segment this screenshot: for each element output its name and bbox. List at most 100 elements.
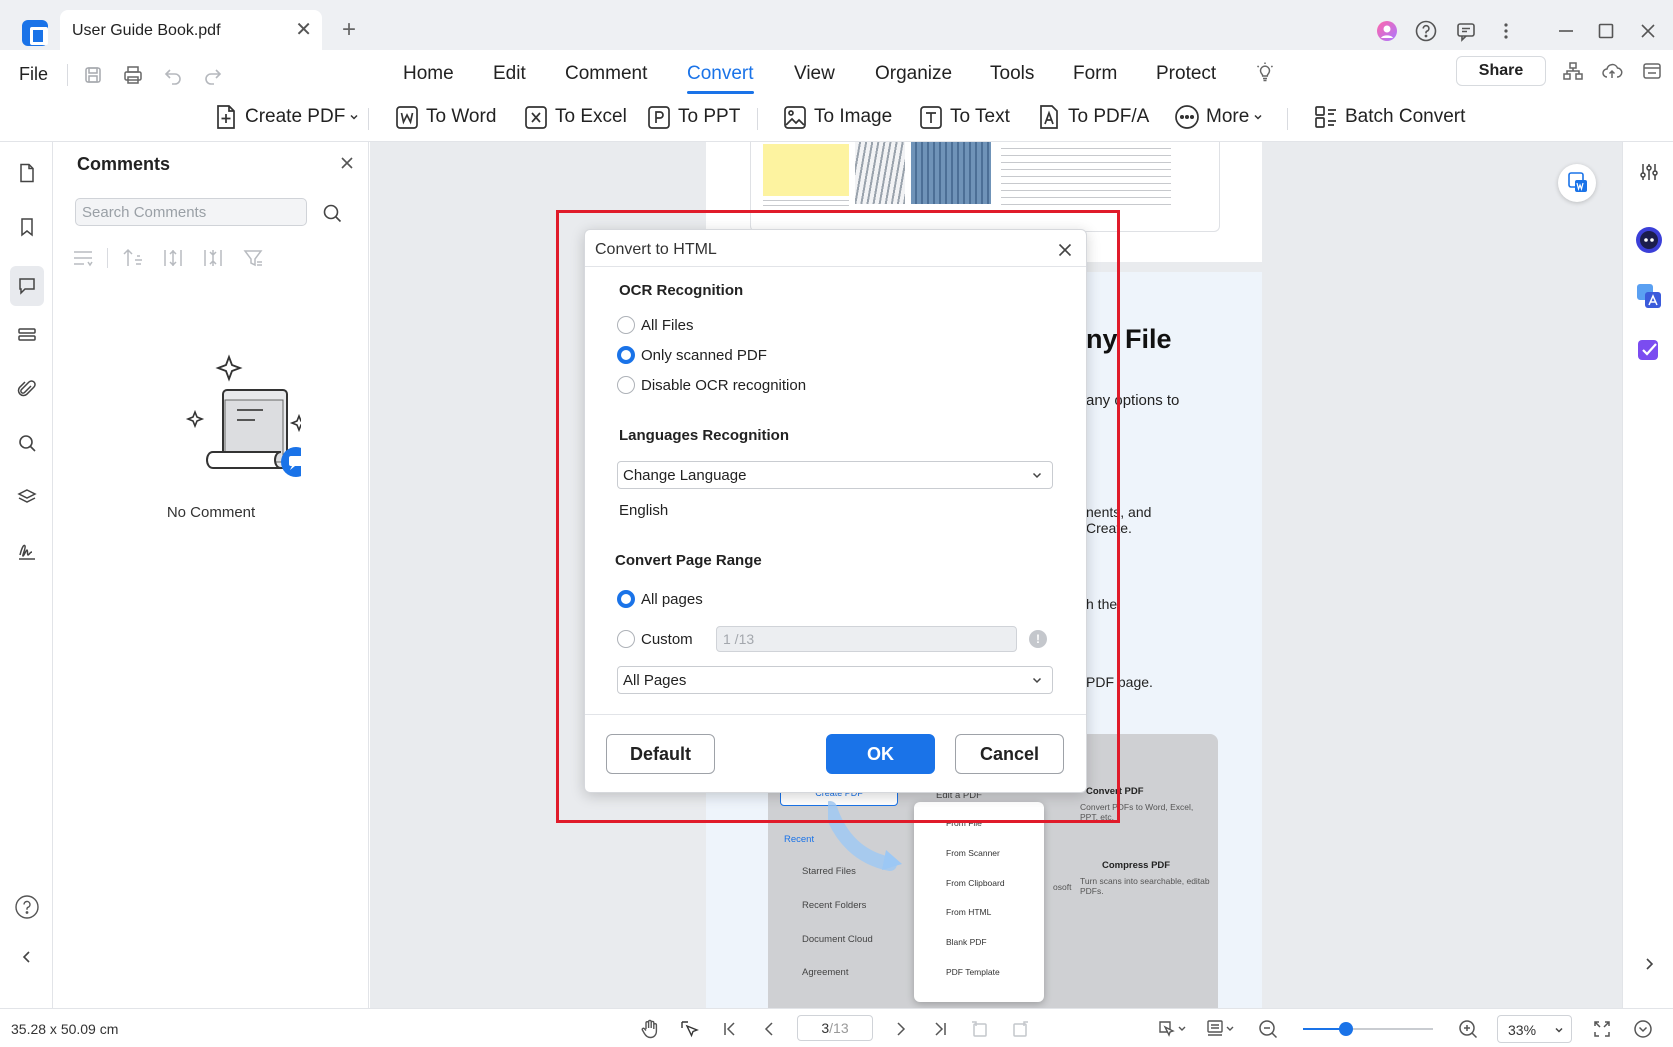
fields-icon[interactable] [12,320,42,350]
default-button[interactable]: Default [606,734,715,774]
feedback-icon[interactable] [1453,18,1479,44]
attachment-icon[interactable] [12,374,42,404]
comments-panel-icon[interactable] [10,266,44,306]
menu-edit[interactable]: Edit [493,63,526,85]
panel-toggle-icon[interactable] [1641,60,1663,82]
search-comments-input[interactable]: Search Comments [75,198,307,226]
help-circle-icon[interactable] [12,892,42,922]
file-menu[interactable]: File [19,64,48,85]
cloud-upload-icon[interactable] [1601,60,1623,82]
minimize-icon[interactable] [1553,18,1579,44]
menu-comment[interactable]: Comment [565,63,647,85]
menu-protect[interactable]: Protect [1156,63,1216,85]
ocr-option-all-files[interactable]: All Files [617,316,694,334]
to-pdfa-button[interactable]: To PDF/A [1036,100,1149,134]
menu-tools[interactable]: Tools [990,63,1034,85]
page-number-input[interactable]: 3/13 [797,1015,873,1041]
more-vertical-icon[interactable] [1493,18,1519,44]
document-tab[interactable]: User Guide Book.pdf ✕ [60,10,322,50]
custom-range-input[interactable]: 1 /13 [716,626,1017,652]
signature-icon[interactable] [12,536,42,566]
range-option-all-pages[interactable]: All pages [617,590,703,608]
expand-all-icon[interactable] [161,246,185,270]
rotate-left-icon[interactable] [969,1018,991,1040]
previous-page-icon[interactable] [758,1018,780,1040]
save-icon[interactable] [82,64,104,86]
undo-icon[interactable] [162,64,184,86]
print-icon[interactable] [122,64,144,86]
close-window-icon[interactable] [1635,18,1661,44]
tab-close-icon[interactable]: ✕ [295,20,312,40]
ocr-option-only-scanned[interactable]: Only scanned PDF [617,346,767,364]
share-button[interactable]: Share [1456,56,1546,86]
change-language-select[interactable]: Change Language [617,461,1053,489]
radio-button[interactable] [617,376,635,394]
zoom-out-icon[interactable] [1257,1018,1279,1040]
avatar[interactable] [1374,18,1400,44]
expand-right-icon[interactable] [1635,950,1663,978]
to-word-button[interactable]: To Word [394,100,496,134]
ai-assistant-icon[interactable] [1635,226,1663,254]
properties-sliders-icon[interactable] [1635,158,1663,186]
radio-button-selected[interactable] [617,346,635,364]
close-icon[interactable] [1056,241,1074,259]
radio-button[interactable] [617,316,635,334]
menu-view[interactable]: View [794,63,835,85]
convert-to-word-float-icon[interactable] [1558,164,1596,202]
menu-home[interactable]: Home [403,63,454,85]
zoom-slider-thumb[interactable] [1339,1022,1353,1036]
zoom-slider[interactable] [1303,1022,1433,1036]
zoom-in-icon[interactable] [1457,1018,1479,1040]
lightbulb-icon[interactable] [1254,61,1276,83]
next-page-icon[interactable] [890,1018,912,1040]
menu-convert[interactable]: Convert [687,63,754,94]
rotate-right-icon[interactable] [1009,1018,1031,1040]
zoom-select[interactable]: 33% [1497,1015,1572,1043]
create-pdf-button[interactable]: Create PDF [213,100,360,134]
arrow-illustration [828,801,902,871]
hand-tool-icon[interactable] [639,1018,661,1040]
last-page-icon[interactable] [929,1018,951,1040]
maximize-icon[interactable] [1593,18,1619,44]
translate-icon[interactable] [1635,282,1663,310]
search-icon[interactable] [12,428,42,458]
help-icon[interactable] [1413,18,1439,44]
info-icon[interactable]: ! [1029,630,1047,648]
to-ppt-button[interactable]: To PPT [646,100,740,134]
to-text-label: To Text [950,106,1010,127]
page-thumbnail-icon[interactable] [12,158,42,188]
batch-convert-button[interactable]: Batch Convert [1313,100,1465,134]
close-icon[interactable] [338,154,356,172]
search-icon[interactable] [321,202,343,224]
cancel-button[interactable]: Cancel [955,734,1064,774]
menu-organize[interactable]: Organize [875,63,952,85]
workflow-icon[interactable] [1562,60,1584,82]
collapse-all-icon[interactable] [201,246,225,270]
menu-form[interactable]: Form [1073,63,1117,85]
select-cursor-icon[interactable] [678,1018,700,1040]
redo-icon[interactable] [202,64,224,86]
first-page-icon[interactable] [719,1018,741,1040]
bookmark-icon[interactable] [12,212,42,242]
layers-icon[interactable] [12,482,42,512]
filter-icon[interactable] [241,246,265,270]
sort-ascending-icon[interactable] [121,246,145,270]
collapse-left-icon[interactable] [12,942,42,972]
radio-button[interactable] [617,630,635,648]
more-button[interactable]: More [1174,100,1264,134]
ocr-option-disable[interactable]: Disable OCR recognition [617,376,806,394]
scroll-down-circle-icon[interactable] [1632,1018,1654,1040]
task-check-icon[interactable] [1635,336,1663,364]
pages-subset-select[interactable]: All Pages [617,666,1053,694]
fit-page-icon[interactable] [1156,1018,1188,1040]
sort-list-icon[interactable] [71,246,95,270]
ok-button[interactable]: OK [826,734,935,774]
radio-button-selected[interactable] [617,590,635,608]
fullscreen-icon[interactable] [1591,1018,1613,1040]
to-text-button[interactable]: To Text [918,100,1010,134]
page-layout-icon[interactable] [1205,1018,1237,1040]
to-excel-button[interactable]: To Excel [523,100,627,134]
new-tab-icon[interactable]: + [342,18,356,42]
range-option-custom[interactable]: Custom [617,630,693,648]
to-image-button[interactable]: To Image [782,100,892,134]
